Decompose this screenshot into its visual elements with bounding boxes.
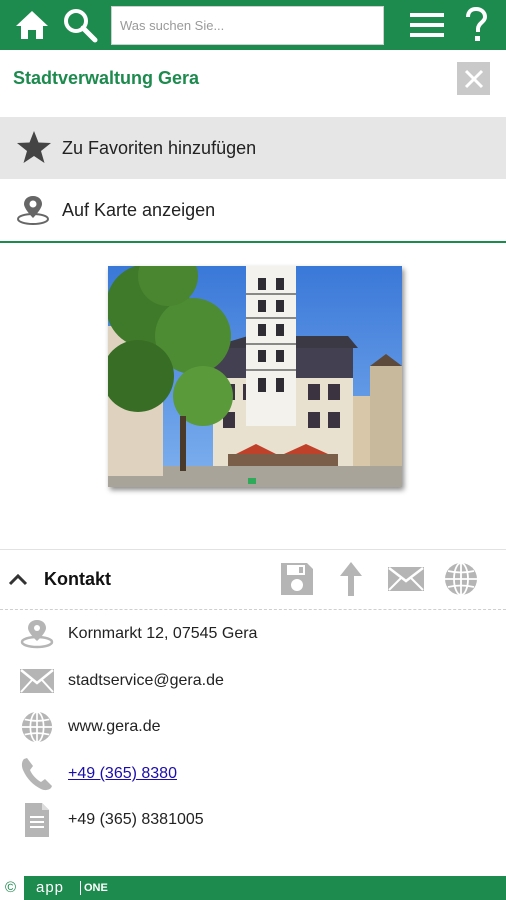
globe-icon	[445, 562, 477, 596]
navigate-icon	[340, 562, 362, 596]
contact-web-row[interactable]: www.gera.de	[0, 704, 506, 750]
contact-email-row[interactable]: stadtservice@gera.de	[0, 658, 506, 704]
document-icon	[25, 803, 49, 837]
menu-button[interactable]	[406, 0, 448, 50]
home-icon	[16, 11, 48, 39]
contact-divider	[0, 609, 506, 610]
globe-icon	[21, 711, 53, 743]
contact-address-row[interactable]: Kornmarkt 12, 07545 Gera	[0, 611, 506, 657]
search-input[interactable]	[111, 6, 384, 45]
close-button[interactable]	[457, 62, 490, 95]
home-button[interactable]	[12, 0, 52, 50]
contact-fax-row: +49 (365) 8381005	[0, 797, 506, 843]
save-contact-button[interactable]	[277, 559, 317, 599]
copyright-symbol[interactable]: ©	[5, 879, 16, 896]
contact-heading: Kontakt	[44, 569, 111, 589]
page-title: Stadtverwaltung Gera	[13, 68, 200, 88]
chevron-up-icon[interactable]	[8, 572, 28, 586]
brand-logo-text: app	[36, 879, 65, 896]
save-icon	[281, 563, 313, 595]
add-favorite-button[interactable]: Zu Favoriten hinzufügen	[0, 117, 506, 179]
search-button[interactable]	[60, 0, 100, 50]
phone-icon	[21, 758, 52, 791]
help-icon	[466, 7, 488, 41]
website-button[interactable]	[441, 559, 481, 599]
contact-fax: +49 (365) 8381005	[68, 811, 204, 828]
email-button[interactable]	[386, 559, 426, 599]
contact-phone-row[interactable]: +49 (365) 8380	[0, 751, 506, 797]
menu-icon	[410, 13, 444, 37]
footer	[0, 876, 506, 900]
search-icon	[64, 9, 98, 43]
contact-phone-link[interactable]: +49 (365) 8380	[68, 765, 177, 783]
show-map-label: Auf Karte anzeigen	[62, 199, 216, 220]
show-map-button[interactable]: Auf Karte anzeigen	[0, 179, 506, 243]
close-icon	[464, 69, 483, 88]
mail-icon	[388, 567, 424, 591]
contact-address: Kornmarkt 12, 07545 Gera	[68, 625, 258, 642]
top-bar	[0, 0, 506, 50]
map-pin-icon	[17, 196, 49, 225]
location-photo	[108, 266, 402, 487]
navigate-button[interactable]	[331, 559, 371, 599]
map-pin-icon	[20, 620, 54, 649]
star-icon	[17, 131, 51, 163]
contact-website: www.gera.de	[68, 718, 161, 735]
help-button[interactable]	[460, 0, 492, 50]
brand-logo-suffix: ONE	[80, 881, 108, 895]
contact-email: stadtservice@gera.de	[68, 672, 224, 689]
mail-icon	[20, 669, 54, 693]
add-favorite-label: Zu Favoriten hinzufügen	[62, 137, 257, 158]
